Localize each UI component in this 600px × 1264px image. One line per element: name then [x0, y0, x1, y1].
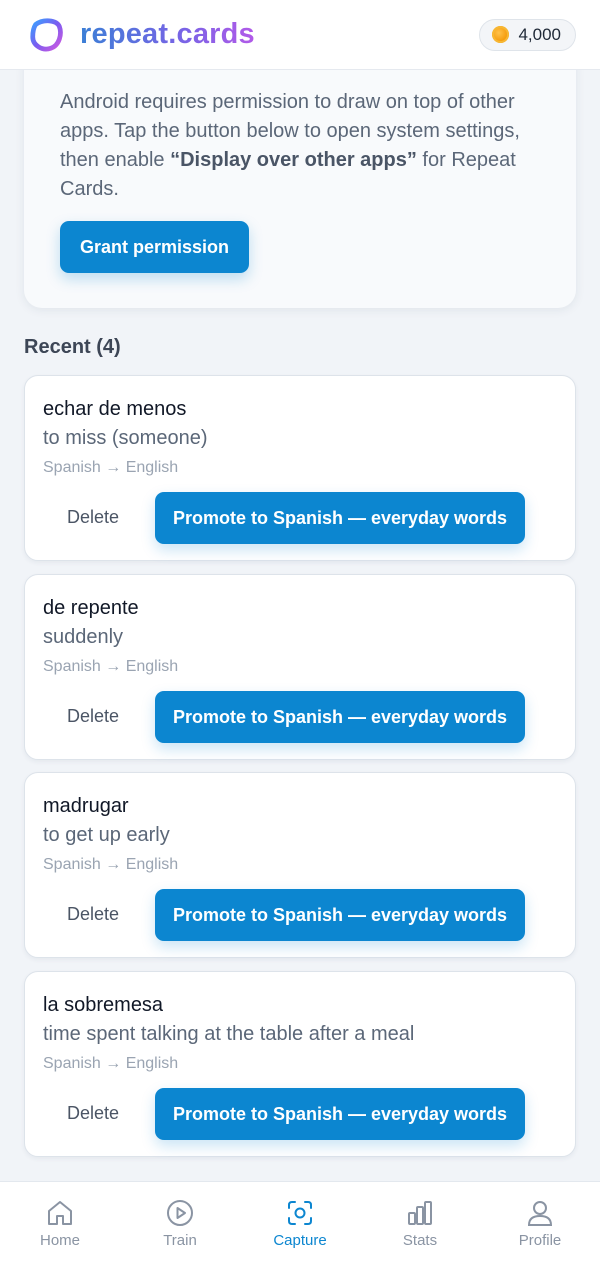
play-circle-icon — [167, 1200, 193, 1226]
promote-button[interactable]: Promote to Spanish — everyday words — [155, 889, 525, 941]
delete-button[interactable]: Delete — [67, 1103, 119, 1124]
permission-setting-name: “Display over other apps” — [170, 149, 417, 171]
promote-button[interactable]: Promote to Spanish — everyday words — [155, 691, 525, 743]
recent-card: madrugar to get up early Spanish → Engli… — [24, 772, 576, 958]
nav-home[interactable]: Home — [0, 1182, 120, 1264]
bottom-nav: Home Train Capture Stats Profile — [0, 1181, 600, 1264]
brand[interactable]: repeat.cards — [28, 16, 255, 54]
grant-permission-button[interactable]: Grant permission — [60, 221, 249, 273]
brand-name: repeat.cards — [80, 18, 255, 50]
recent-card: la sobremesa time spent talking at the t… — [24, 971, 576, 1157]
nav-profile[interactable]: Profile — [480, 1182, 600, 1264]
card-language-pair: Spanish → English — [43, 856, 179, 873]
nav-capture[interactable]: Capture — [240, 1182, 360, 1264]
permission-message: Android requires permission to draw on t… — [60, 88, 550, 204]
nav-label-profile: Profile — [518, 1232, 562, 1249]
coin-icon — [492, 26, 510, 43]
card-language-pair: Spanish → English — [43, 459, 179, 476]
card-term: de repente — [43, 597, 139, 619]
app-root: repeat.cards 4,000 Android requires perm… — [0, 0, 600, 1264]
recent-card: echar de menos to miss (someone) Spanish… — [24, 375, 576, 561]
nav-label-stats: Stats — [402, 1232, 438, 1249]
nav-label-home: Home — [39, 1232, 80, 1249]
card-term: la sobremesa — [43, 994, 164, 1016]
permission-card: Android requires permission to draw on t… — [24, 50, 576, 308]
profile-icon — [527, 1201, 553, 1226]
card-term: madrugar — [43, 795, 129, 817]
repeat-cards-logo-icon — [30, 17, 63, 51]
delete-button[interactable]: Delete — [67, 904, 119, 925]
app-header: repeat.cards 4,000 — [0, 0, 600, 70]
card-translation: time spent talking at the table after a … — [43, 1023, 415, 1045]
capture-icon — [288, 1201, 312, 1225]
card-translation: to get up early — [43, 824, 170, 846]
recent-card: de repente suddenly Spanish → English De… — [24, 574, 576, 760]
card-translation: suddenly — [43, 626, 124, 648]
nav-label-capture: Capture — [273, 1232, 327, 1249]
coin-balance[interactable]: 4,000 — [479, 18, 576, 51]
nav-stats[interactable]: Stats — [360, 1182, 480, 1264]
card-language-pair: Spanish → English — [43, 658, 179, 675]
delete-button[interactable]: Delete — [67, 507, 119, 528]
nav-label-train: Train — [163, 1232, 197, 1249]
recent-section-title: Recent (4) — [24, 336, 121, 358]
promote-button[interactable]: Promote to Spanish — everyday words — [155, 492, 525, 544]
stats-icon — [408, 1201, 432, 1225]
home-icon — [48, 1201, 72, 1225]
card-translation: to miss (someone) — [43, 427, 208, 449]
card-term: echar de menos — [43, 398, 187, 420]
delete-button[interactable]: Delete — [67, 706, 119, 727]
coin-count: 4,000 — [518, 24, 561, 44]
promote-button[interactable]: Promote to Spanish — everyday words — [155, 1088, 525, 1140]
card-language-pair: Spanish → English — [43, 1055, 179, 1072]
nav-train[interactable]: Train — [120, 1182, 240, 1264]
